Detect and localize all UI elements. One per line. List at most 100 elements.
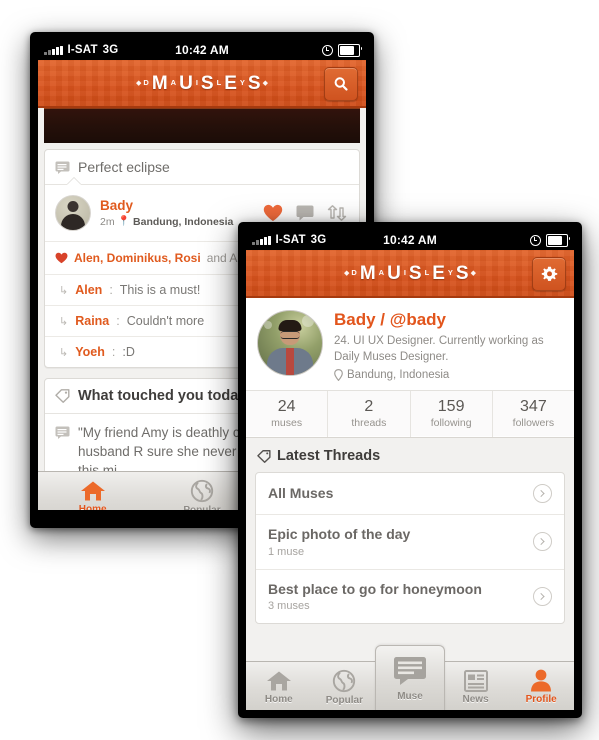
feed-hero-image bbox=[44, 108, 360, 143]
gear-icon bbox=[541, 266, 557, 281]
logo-big-4: S bbox=[247, 72, 261, 94]
post-avatar[interactable] bbox=[55, 195, 91, 231]
search-button[interactable] bbox=[324, 67, 358, 101]
reply-arrow-icon: ↳ bbox=[59, 284, 69, 297]
logo-big-0: M bbox=[151, 72, 168, 94]
tab-profile[interactable]: Profile bbox=[508, 662, 574, 710]
comment-bubble-icon bbox=[55, 426, 70, 439]
home-icon bbox=[266, 671, 291, 690]
post-submeta: 2m 📍 Bandung, Indonesia bbox=[100, 216, 254, 228]
tag-icon bbox=[55, 389, 70, 403]
list-item-title: Epic photo of the day bbox=[268, 526, 411, 543]
location-pin-icon bbox=[334, 369, 343, 382]
logo-big-1: U bbox=[179, 72, 193, 94]
tab-news-label: News bbox=[462, 693, 489, 705]
avatar-glasses bbox=[280, 331, 300, 339]
list-item[interactable]: Best place to go for honeymoon 3 muses bbox=[256, 570, 564, 624]
list-item-text: All Muses bbox=[268, 485, 533, 503]
reply-arrow-icon: ↳ bbox=[59, 346, 69, 359]
comment-colon: : bbox=[109, 283, 113, 297]
heart-icon[interactable] bbox=[263, 204, 283, 222]
tab-news[interactable]: News bbox=[443, 662, 509, 710]
avatar-head bbox=[67, 201, 79, 212]
bokeh-1 bbox=[302, 315, 314, 327]
comment-author[interactable]: Yoeh bbox=[75, 345, 105, 359]
logo-big-3: E bbox=[432, 262, 445, 284]
chevron-right-icon[interactable] bbox=[533, 586, 552, 606]
stat-following-label: following bbox=[430, 417, 472, 430]
list-item-title: Best place to go for honeymoon bbox=[268, 580, 482, 597]
logo-small-1: A bbox=[170, 77, 177, 87]
tab-muse[interactable]: Muse bbox=[375, 645, 445, 710]
bokeh-2 bbox=[264, 321, 272, 329]
home-icon bbox=[80, 481, 105, 500]
post-time: 2m bbox=[100, 215, 115, 228]
stat-muses-value: 24 bbox=[277, 398, 296, 416]
profile-header: Bady / @bady 24. UI UX Designer. Current… bbox=[246, 298, 574, 392]
tab-popular[interactable]: Popular bbox=[312, 662, 378, 710]
tab-home[interactable]: Home bbox=[38, 472, 147, 510]
comment-author[interactable]: Raina bbox=[75, 314, 109, 328]
stat-muses[interactable]: 24 muses bbox=[246, 391, 329, 438]
logo-big-4: S bbox=[455, 262, 469, 284]
logo-small-0: D bbox=[351, 267, 357, 277]
tab-home-label: Home bbox=[264, 693, 293, 705]
back-app-header: ◆ D M A U I S L E Y S ◆ bbox=[38, 60, 366, 108]
feed-card-header: Perfect eclipse bbox=[45, 150, 359, 185]
logo-big-2: S bbox=[408, 262, 422, 284]
logo-big-2: S bbox=[200, 72, 214, 94]
logo-small-0: D bbox=[143, 77, 149, 87]
front-app-header: ◆ D M A U I S L E Y S ◆ bbox=[246, 250, 574, 298]
alarm-clock-icon bbox=[530, 234, 541, 246]
battery-icon bbox=[338, 43, 362, 57]
post-meta: Bady 2m 📍 Bandung, Indonesia bbox=[100, 198, 254, 228]
logo-dot-right: ◆ bbox=[470, 269, 476, 277]
front-phone-screen: I-SAT 3G 10:42 AM ◆ D M A U I S L E Y S … bbox=[246, 230, 574, 710]
list-item[interactable]: Epic photo of the day 1 muse bbox=[256, 515, 564, 570]
front-status-bar: I-SAT 3G 10:42 AM bbox=[246, 230, 574, 250]
comment-colon: : bbox=[116, 314, 120, 328]
daily-muses-logo: ◆ D M A U I S L E Y S ◆ bbox=[136, 74, 268, 93]
logo-big-3: E bbox=[224, 72, 237, 94]
stat-threads[interactable]: 2 threads bbox=[328, 391, 411, 438]
tab-home-label: Home bbox=[78, 503, 107, 511]
list-item-subtitle: 3 muses bbox=[268, 600, 310, 613]
daily-muses-logo: ◆ D M A U I S L E Y S ◆ bbox=[344, 264, 476, 283]
likes-names[interactable]: Alen, Dominikus, Rosi bbox=[74, 251, 201, 265]
avatar[interactable] bbox=[257, 310, 323, 376]
quote-card-title: What touched you toda bbox=[78, 388, 239, 404]
front-phone-device: I-SAT 3G 10:42 AM ◆ D M A U I S L E Y S … bbox=[238, 222, 582, 718]
logo-small-3: L bbox=[216, 77, 222, 87]
settings-button[interactable] bbox=[532, 257, 566, 291]
location-pin-icon: 📍 bbox=[117, 216, 131, 228]
comment-author[interactable]: Alen bbox=[75, 283, 102, 297]
latest-threads-header: Latest Threads bbox=[246, 438, 574, 472]
tag-icon bbox=[257, 449, 271, 463]
likes-more: and A bbox=[206, 251, 238, 265]
back-status-bar: I-SAT 3G 10:42 AM bbox=[38, 40, 366, 60]
globe-icon bbox=[190, 479, 214, 502]
stat-threads-label: threads bbox=[351, 417, 387, 430]
tab-home[interactable]: Home bbox=[246, 662, 312, 710]
list-item-subtitle: 1 muse bbox=[268, 545, 305, 558]
stat-muses-label: muses bbox=[271, 417, 303, 430]
threads-list: All Muses Epic photo of the day 1 muse B… bbox=[255, 472, 565, 625]
latest-threads-title: Latest Threads bbox=[277, 448, 381, 465]
list-item[interactable]: All Muses bbox=[256, 473, 564, 516]
tab-popular-label: Popular bbox=[325, 694, 363, 706]
status-time: 10:42 AM bbox=[383, 233, 437, 247]
stat-threads-value: 2 bbox=[364, 398, 374, 416]
chevron-right-icon[interactable] bbox=[533, 484, 552, 504]
avatar-body bbox=[61, 214, 85, 230]
profile-location-text: Bandung, Indonesia bbox=[347, 369, 450, 382]
status-right bbox=[322, 43, 362, 57]
post-author[interactable]: Bady bbox=[100, 198, 254, 215]
comment-bubble-icon[interactable] bbox=[296, 205, 314, 221]
stat-followers[interactable]: 347 followers bbox=[493, 391, 574, 437]
battery-icon bbox=[546, 233, 570, 247]
chevron-right-icon[interactable] bbox=[533, 532, 552, 552]
repost-icon[interactable] bbox=[327, 205, 347, 221]
profile-bio: 24. UI UX Designer. Currently working as… bbox=[334, 335, 544, 363]
front-tab-bar: Home Popular Muse News Profile bbox=[246, 645, 574, 710]
stat-following[interactable]: 159 following bbox=[411, 391, 493, 438]
